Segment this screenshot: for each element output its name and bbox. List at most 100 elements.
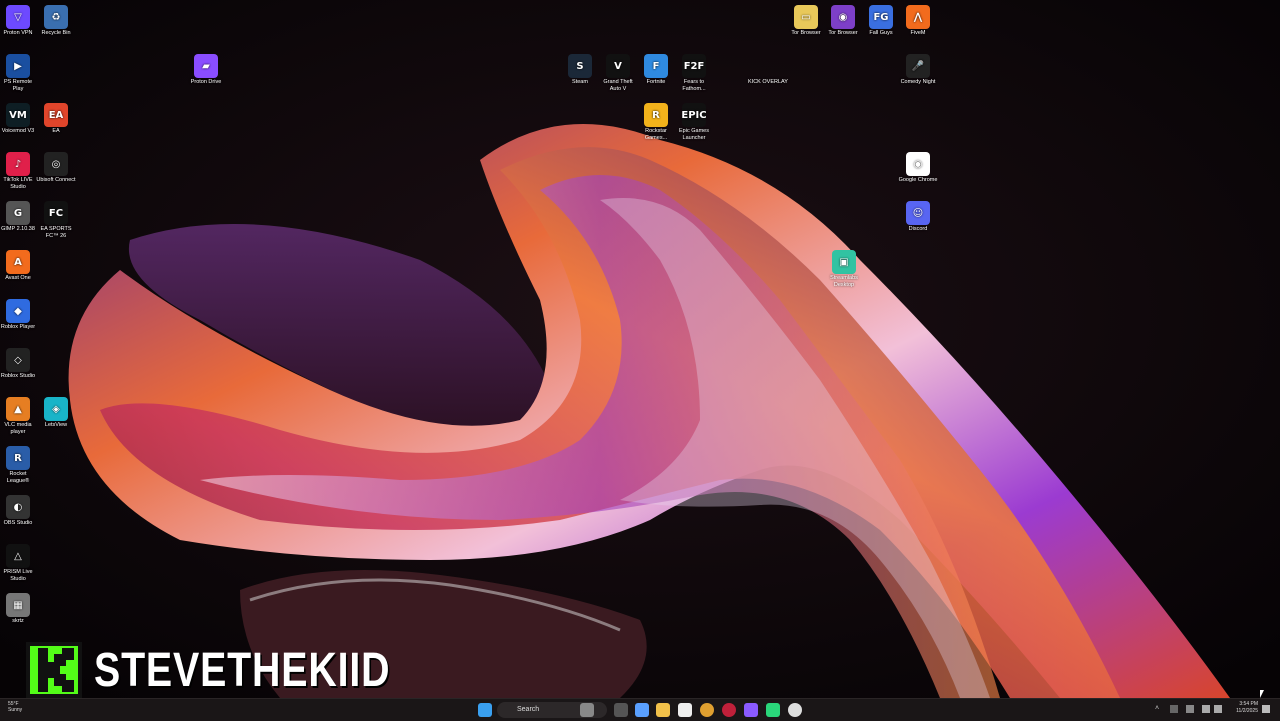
desktop-icon-fears-to-fathom[interactable]: F2F Fears to Fathom... <box>674 54 714 93</box>
desktop-icon-ps-remote-play[interactable]: ▶ PS Remote Play <box>0 54 38 93</box>
desktop-icon-label: Fall Guys <box>869 30 893 36</box>
fivem-icon: ⋀ <box>906 5 930 29</box>
store-icon[interactable] <box>678 703 692 717</box>
weather-text: Sunny <box>8 707 23 713</box>
kick-logo-icon <box>26 642 82 698</box>
tor-browser-icon: ◉ <box>831 5 855 29</box>
chrome-taskbar-icon[interactable] <box>700 703 714 717</box>
desktop-icon-label: Roblox Player <box>0 324 36 330</box>
desktop-icon-label: Fears to Fathom... <box>682 79 706 92</box>
desktop-icon-label: Rocket League® <box>6 471 30 484</box>
desktop-icon-fivem[interactable]: ⋀ FiveM <box>898 5 938 37</box>
ea-icon: EA <box>44 103 68 127</box>
desktop-icon-label: Epic Games Launcher <box>679 128 709 141</box>
discord-icon: ☺ <box>906 201 930 225</box>
desktop-icon-steam[interactable]: S Steam <box>560 54 600 86</box>
desktop-icon-avast-one[interactable]: A Avast One <box>0 250 38 282</box>
desktop-icon-label: GIMP 2.10.38 <box>1 226 35 232</box>
desktop-icon-roblox-player[interactable]: ◆ Roblox Player <box>0 299 38 331</box>
volume-icon[interactable] <box>1214 705 1222 713</box>
desktop-icon-ea-sports-fc-26[interactable]: FC EA SPORTS FC™ 26 <box>36 201 76 240</box>
desktop-icon-label: EA <box>52 128 60 134</box>
desktop-icon-proton-vpn[interactable]: ▽ Proton VPN <box>0 5 38 37</box>
desktop-icon-label: LetsView <box>44 422 68 428</box>
avast-one-icon: A <box>6 250 30 274</box>
grand-theft-auto-v-icon: V <box>606 54 630 78</box>
letsview-icon: ◈ <box>44 397 68 421</box>
desktop-icon-gimp-2-10-38[interactable]: G GIMP 2.10.38 <box>0 201 38 233</box>
desktop-icon-rocket-league[interactable]: R Rocket League® <box>0 446 38 485</box>
desktop-icon-label: Avast One <box>5 275 31 281</box>
chevron-up-icon[interactable]: ˄ <box>1155 705 1163 713</box>
desktop-icon-tor-browser[interactable]: ▭ Tor Browser <box>786 5 826 37</box>
file-explorer-icon[interactable] <box>656 703 670 717</box>
desktop-icon-grand-theft-auto-v[interactable]: V Grand Theft Auto V <box>598 54 638 93</box>
desktop-icon-label: Tor Browser <box>791 30 821 36</box>
desktop-icon-voicemod-v3[interactable]: VM Voicemod V3 <box>0 103 38 135</box>
desktop-icon-tiktok-live-studio[interactable]: ♪ TikTok LIVE Studio <box>0 152 38 191</box>
desktop-icon-label: Roblox Studio <box>0 373 36 379</box>
desktop-icon-ea[interactable]: EA EA <box>36 103 76 135</box>
start-button[interactable] <box>478 703 492 717</box>
system-clock[interactable]: 3:54 PM 11/2/2025 <box>1228 701 1258 715</box>
desktop-icon-discord[interactable]: ☺ Discord <box>898 201 938 233</box>
search-placeholder: Search <box>517 706 540 713</box>
ubisoft-connect-icon: ◎ <box>44 152 68 176</box>
mouse-cursor <box>1260 690 1264 698</box>
desktop-icon-label: Rockstar Games... <box>644 128 668 141</box>
desktop-icon-vlc-media-player[interactable]: ▲ VLC media player <box>0 397 38 436</box>
streamer-name: STEVETHEKIID <box>94 643 391 697</box>
desktop-icon-roblox-studio[interactable]: ◇ Roblox Studio <box>0 348 38 380</box>
obs-taskbar-icon[interactable] <box>788 703 802 717</box>
skrtz-icon: ▦ <box>6 593 30 617</box>
desktop-icon-label: OBS Studio <box>3 520 33 526</box>
desktop-icon-proton-drive[interactable]: ▰ Proton Drive <box>186 54 226 86</box>
desktop-icon-prism-live-studio[interactable]: △ PRISM Live Studio <box>0 544 38 583</box>
clock-date: 11/2/2025 <box>1236 708 1258 714</box>
tray-app-icon[interactable] <box>1170 705 1178 713</box>
desktop-icon-obs-studio[interactable]: ◐ OBS Studio <box>0 495 38 527</box>
desktop-icon-ubisoft-connect[interactable]: ◎ Ubisoft Connect <box>36 152 76 184</box>
desktop-icon-recycle-bin[interactable]: ♻ Recycle Bin <box>36 5 76 37</box>
voicemod-v3-icon: VM <box>6 103 30 127</box>
task-view-icon[interactable] <box>614 703 628 717</box>
wifi-icon[interactable] <box>1202 705 1210 713</box>
desktop-icon-streamlabs-desktop[interactable]: ▣ Streamlabs Desktop <box>824 250 864 289</box>
notification-icon[interactable] <box>1262 705 1270 713</box>
fears-to-fathom-icon: F2F <box>682 54 706 78</box>
desktop-icon-tor-browser[interactable]: ◉ Tor Browser <box>823 5 863 37</box>
desktop-icon-label: Grand Theft Auto V <box>603 79 633 92</box>
streamlabs-desktop-icon: ▣ <box>832 250 856 274</box>
proton-drive-icon: ▰ <box>194 54 218 78</box>
rockstar-games-icon: R <box>644 103 668 127</box>
search-highlight-icon[interactable] <box>580 703 594 717</box>
desktop-icon-fortnite[interactable]: F Fortnite <box>636 54 676 86</box>
obs-studio-icon: ◐ <box>6 495 30 519</box>
desktop-icon-epic-games-launcher[interactable]: EPIC Epic Games Launcher <box>674 103 714 142</box>
desktop-icon-fall-guys[interactable]: FG Fall Guys <box>861 5 901 37</box>
roblox-studio-icon: ◇ <box>6 348 30 372</box>
desktop-icon-label: Tor Browser <box>828 30 858 36</box>
kick-overlay-icon <box>756 54 780 78</box>
desktop-icon-google-chrome[interactable]: ◉ Google Chrome <box>898 152 938 184</box>
clock-time: 3:54 PM <box>1239 701 1258 707</box>
desktop-icon-label: FiveM <box>910 30 926 36</box>
desktop-icon-letsview[interactable]: ◈ LetsView <box>36 397 76 429</box>
epic-games-launcher-icon: EPIC <box>681 103 707 127</box>
opera-gx-icon[interactable] <box>722 703 736 717</box>
prism-live-studio-icon: △ <box>6 544 30 568</box>
roblox-player-icon: ◆ <box>6 299 30 323</box>
desktop-icon-kick-overlay[interactable]: KICK OVERLAY <box>748 54 788 86</box>
desktop-icon-comedy-night[interactable]: 🎤 Comedy Night <box>898 54 938 86</box>
desktop-icon-label: Ubisoft Connect <box>36 177 76 183</box>
google-chrome-icon: ◉ <box>906 152 930 176</box>
vlc-media-player-icon: ▲ <box>6 397 30 421</box>
desktop-icon-skrtz[interactable]: ▦ skrtz <box>0 593 38 625</box>
desktop-icon-label: TikTok LIVE Studio <box>3 177 33 190</box>
weather-widget[interactable]: 55°F Sunny <box>8 701 22 713</box>
microphone-icon[interactable] <box>1186 705 1194 713</box>
copilot-icon[interactable] <box>635 703 649 717</box>
kick-taskbar-icon[interactable] <box>766 703 780 717</box>
desktop-icon-rockstar-games[interactable]: R Rockstar Games... <box>636 103 676 142</box>
discord-taskbar-icon[interactable] <box>744 703 758 717</box>
